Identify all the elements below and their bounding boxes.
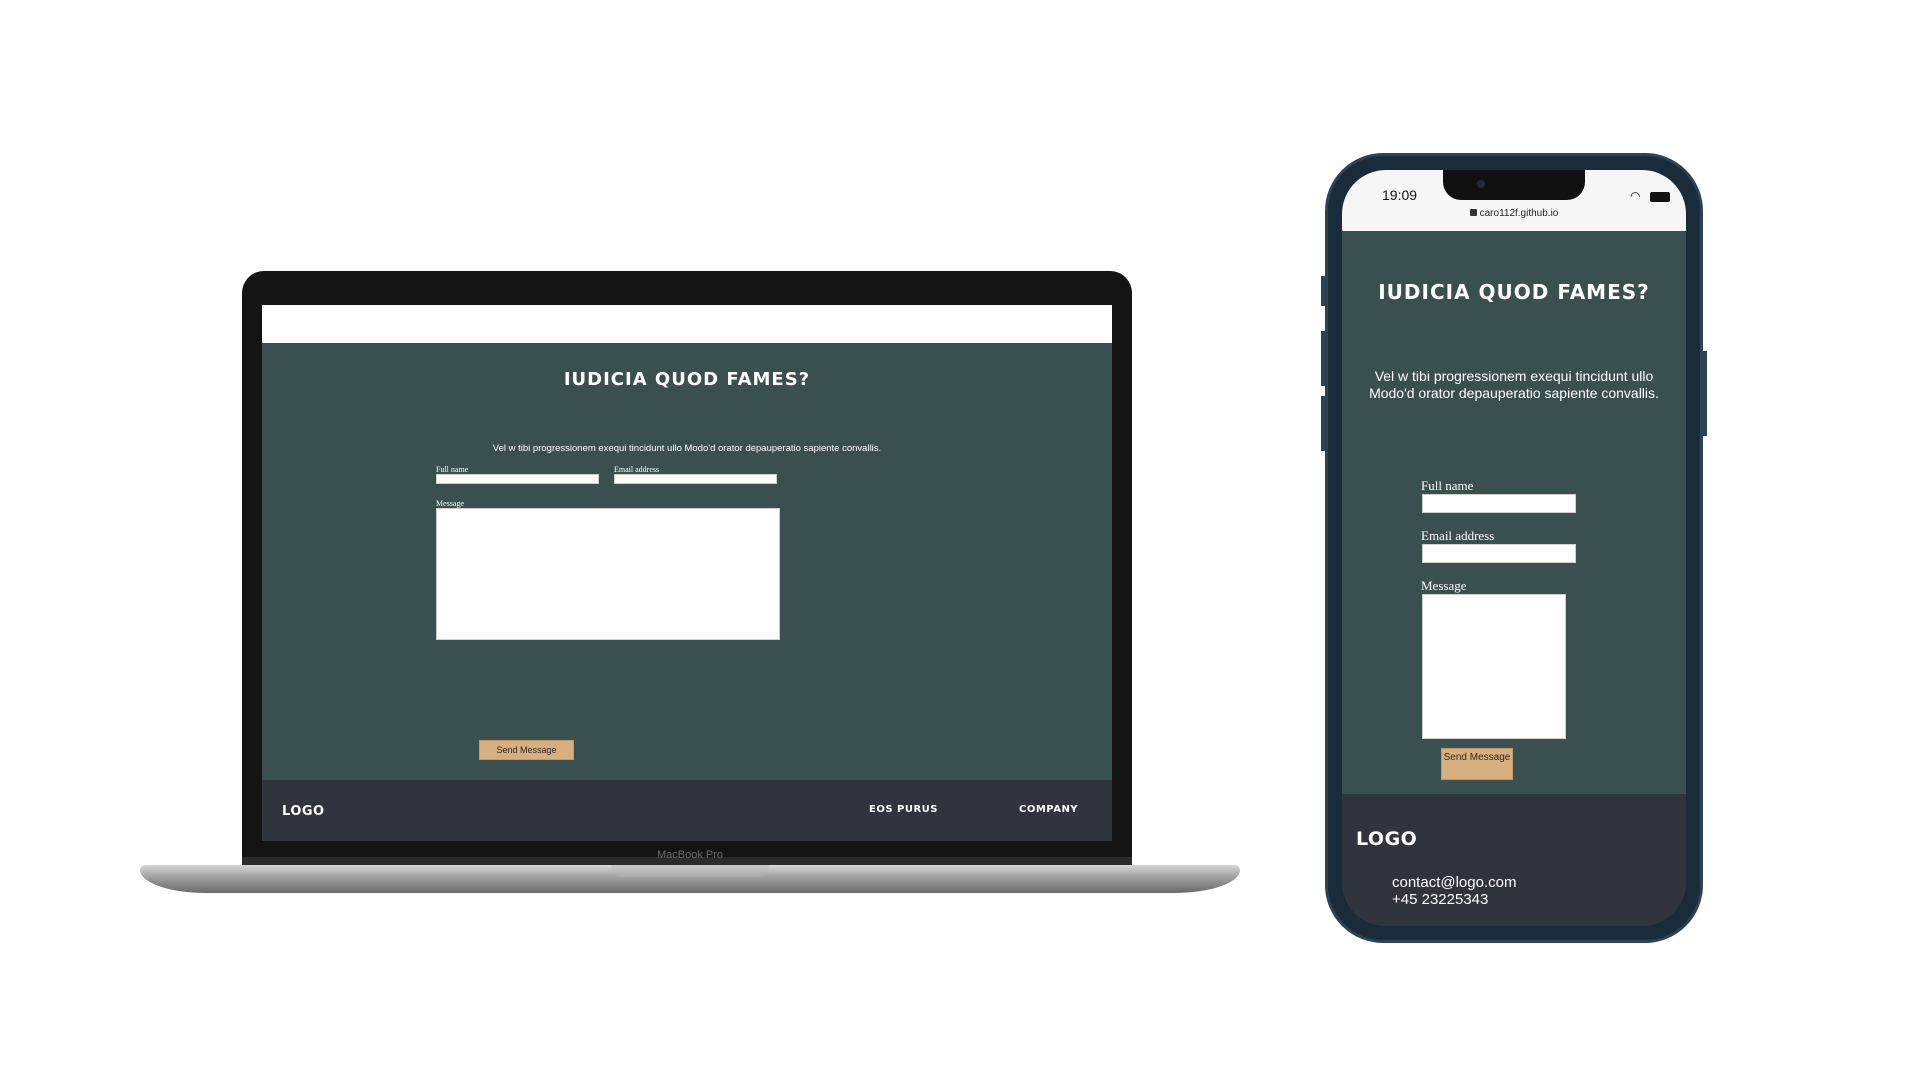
browser-topbar — [262, 305, 1112, 343]
status-time: 19:09 — [1382, 187, 1418, 203]
page-footer: LOGO EOS PURUS COMPANY — [262, 780, 1112, 841]
laptop-base-notch — [611, 865, 769, 877]
intro-text: Vel w tibi progressionem exequi tincidun… — [1369, 368, 1659, 401]
footer-logo[interactable]: LOGO — [282, 804, 325, 819]
page-footer: LOGO contact@logo.com +45 23225343 — [1342, 794, 1686, 926]
email-input[interactable] — [1422, 544, 1576, 563]
send-message-button[interactable]: Send Message — [479, 740, 574, 760]
laptop-mockup: IUDICIA QUOD FAMES? Vel w tibi progressi… — [140, 271, 1240, 901]
laptop-brand-label: MacBook Pro — [656, 849, 724, 861]
lock-icon — [1469, 209, 1477, 216]
email-label: Email address — [614, 465, 660, 474]
full-name-label: Full name — [1421, 478, 1474, 493]
phone-volume-up-button — [1321, 331, 1325, 386]
message-textarea[interactable] — [436, 508, 780, 640]
full-name-input[interactable] — [436, 474, 599, 484]
intro-text: Vel w tibi progressionem exequi tincidun… — [492, 443, 882, 454]
phone-volume-down-button — [1321, 396, 1325, 451]
camera-icon — [1477, 180, 1485, 188]
phone-power-button — [1703, 351, 1707, 436]
wifi-icon: ◠ — [1630, 189, 1641, 203]
send-message-button[interactable]: Send Message — [1441, 748, 1513, 780]
page-title: IUDICIA QUOD FAMES? — [563, 369, 811, 390]
phone-screen: 19:09 ◠ caro112f.github.io IUDICIA QUOD … — [1342, 170, 1686, 926]
address-bar[interactable]: caro112f.github.io — [1342, 208, 1686, 219]
footer-email[interactable]: contact@logo.com — [1392, 874, 1516, 891]
phone-mockup: 19:09 ◠ caro112f.github.io IUDICIA QUOD … — [1321, 153, 1707, 943]
full-name-input[interactable] — [1422, 494, 1576, 513]
battery-icon — [1650, 192, 1670, 202]
phone-notch — [1443, 170, 1585, 200]
footer-nav-eos-purus[interactable]: EOS PURUS — [869, 804, 938, 815]
email-label: Email address — [1421, 528, 1495, 543]
laptop-screen: IUDICIA QUOD FAMES? Vel w tibi progressi… — [262, 305, 1112, 841]
message-label: Message — [436, 499, 464, 508]
footer-nav-company[interactable]: COMPANY — [1019, 804, 1078, 815]
laptop-lid: IUDICIA QUOD FAMES? Vel w tibi progressi… — [242, 271, 1132, 863]
footer-phone[interactable]: +45 23225343 — [1392, 891, 1488, 908]
message-textarea[interactable] — [1422, 594, 1566, 739]
page-title: IUDICIA QUOD FAMES? — [1378, 280, 1650, 304]
full-name-label: Full name — [436, 465, 469, 474]
url-text: caro112f.github.io — [1479, 208, 1559, 219]
phone-side-button — [1321, 276, 1325, 306]
email-input[interactable] — [614, 474, 777, 484]
message-label: Message — [1421, 578, 1467, 593]
footer-logo[interactable]: LOGO — [1356, 828, 1417, 850]
